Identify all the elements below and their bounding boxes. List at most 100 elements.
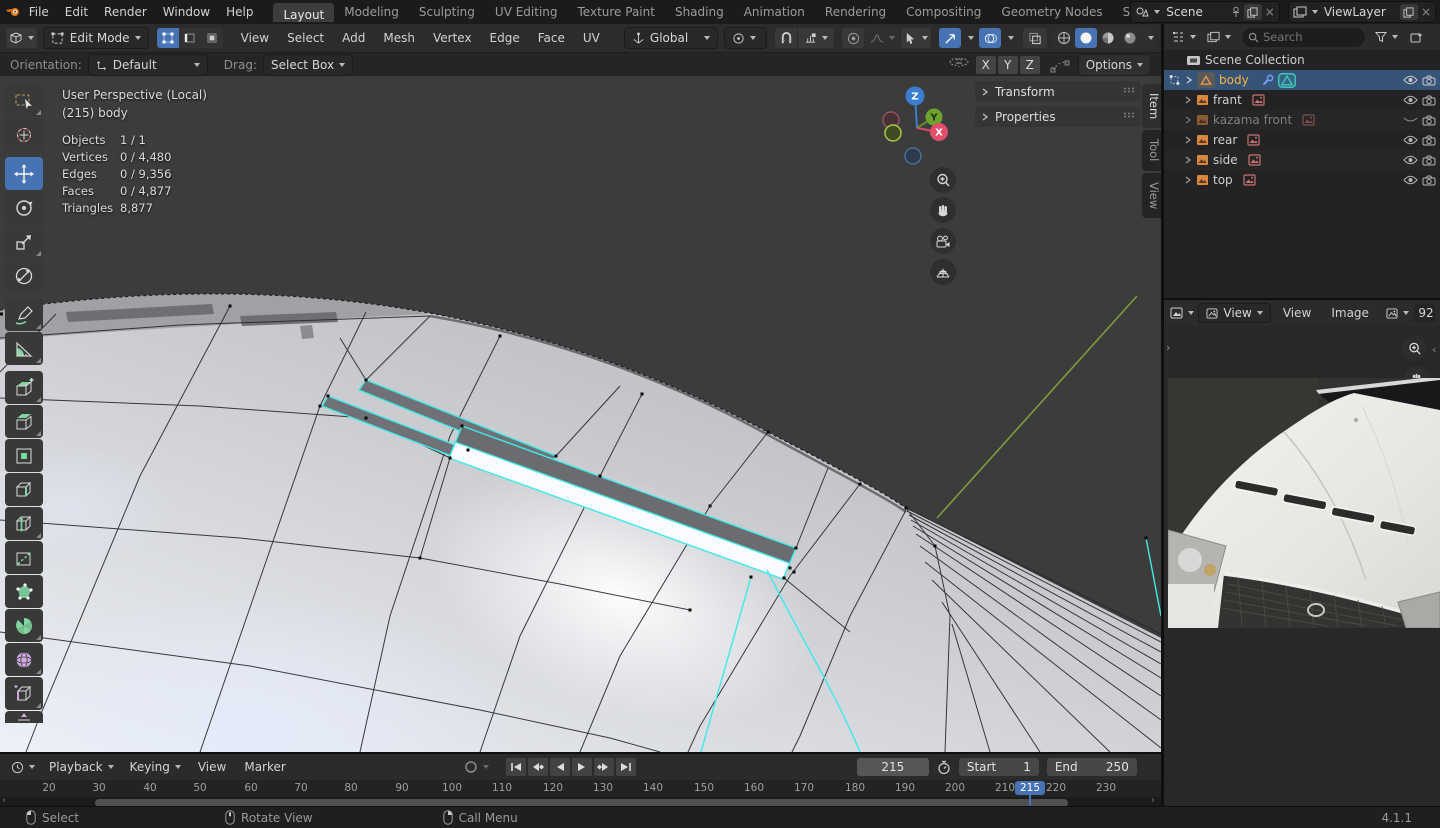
menu-view3d-select[interactable]: Select bbox=[279, 31, 332, 45]
frame-start-field[interactable]: Start 1 bbox=[958, 758, 1039, 776]
shading-rendered-button[interactable] bbox=[1119, 28, 1141, 48]
scroll-arrow-right[interactable]: › bbox=[1151, 795, 1155, 806]
menu-view3d-view[interactable]: View bbox=[233, 31, 277, 45]
expand-chevron-icon[interactable] bbox=[1184, 136, 1192, 144]
menu-view3d-face[interactable]: Face bbox=[530, 31, 573, 45]
prev-keyframe-button[interactable] bbox=[527, 758, 548, 776]
viewport-3d[interactable]: User Perspective (Local) (215) body Obje… bbox=[0, 76, 1161, 752]
mirror-z-button[interactable]: Z bbox=[1019, 55, 1040, 74]
overlays-toggle[interactable] bbox=[979, 28, 1001, 48]
outliner-editor-type-button[interactable] bbox=[1168, 27, 1200, 47]
remove-viewlayer-button[interactable]: × bbox=[1421, 5, 1431, 19]
expand-chevron-icon[interactable] bbox=[1185, 76, 1193, 84]
snap-toggle[interactable] bbox=[775, 28, 797, 48]
edge-select-mode-button[interactable] bbox=[179, 28, 201, 48]
tool-rotate[interactable] bbox=[5, 191, 43, 224]
tab-sculpting[interactable]: Sculpting bbox=[409, 1, 485, 23]
visibility-eye-icon[interactable] bbox=[1403, 175, 1418, 185]
playback-menu[interactable]: Playback bbox=[42, 758, 121, 776]
play-button[interactable] bbox=[571, 758, 592, 776]
visibility-eye-icon[interactable] bbox=[1403, 155, 1418, 165]
face-select-mode-button[interactable] bbox=[200, 28, 223, 48]
region-toggle-arrow[interactable]: › bbox=[1166, 341, 1170, 354]
pivot-point-dropdown[interactable] bbox=[723, 27, 767, 49]
keying-menu[interactable]: Keying bbox=[123, 758, 188, 776]
unlink-scene-button[interactable]: × bbox=[1265, 5, 1275, 19]
expand-chevron-icon[interactable] bbox=[1184, 156, 1192, 164]
blender-logo-icon[interactable] bbox=[6, 4, 21, 20]
menu-help[interactable]: Help bbox=[218, 5, 261, 19]
tool-bevel[interactable] bbox=[5, 473, 43, 506]
menu-edit[interactable]: Edit bbox=[57, 5, 96, 19]
gizmo-neg-z[interactable] bbox=[904, 147, 922, 165]
zoom-tool-button[interactable] bbox=[930, 167, 956, 193]
timeline-ruler[interactable]: 20 30 40 50 60 70 80 90 100 110 120 130 … bbox=[0, 780, 1161, 797]
tab-modeling[interactable]: Modeling bbox=[334, 1, 409, 23]
menu-file[interactable]: File bbox=[21, 5, 57, 19]
new-collection-button[interactable] bbox=[1405, 27, 1427, 47]
visibility-eye-closed-icon[interactable] bbox=[1403, 115, 1418, 125]
mode-dropdown[interactable]: Edit Mode bbox=[42, 27, 150, 49]
render-camera-icon[interactable] bbox=[1422, 95, 1436, 106]
tab-geometry-nodes[interactable]: Geometry Nodes bbox=[991, 1, 1112, 23]
gizmo-toggle[interactable] bbox=[939, 28, 961, 48]
new-scene-button[interactable] bbox=[1243, 4, 1262, 20]
image-data-icon[interactable] bbox=[1247, 134, 1260, 146]
image-name-field[interactable]: 92 bbox=[1414, 304, 1435, 322]
tool-spin[interactable] bbox=[5, 609, 43, 642]
collection-name[interactable]: Scene Collection bbox=[1205, 53, 1305, 67]
outliner-display-mode-dropdown[interactable] bbox=[1203, 27, 1235, 47]
menu-view3d-mesh[interactable]: Mesh bbox=[375, 31, 423, 45]
tool-edge-slide[interactable] bbox=[5, 677, 43, 710]
options-dropdown[interactable]: Options bbox=[1077, 53, 1151, 76]
gizmo-dropdown[interactable] bbox=[961, 28, 975, 48]
proportional-falloff-dropdown[interactable] bbox=[865, 28, 899, 48]
shading-solid-button[interactable] bbox=[1075, 28, 1097, 48]
scene-dropdown-chevron[interactable] bbox=[1154, 10, 1161, 14]
tool-transform[interactable] bbox=[5, 259, 43, 292]
mirror-x-button[interactable]: X bbox=[975, 55, 996, 74]
menu-view3d-uv[interactable]: UV bbox=[575, 31, 608, 45]
viewlayer-icon[interactable] bbox=[1293, 6, 1307, 18]
object-name[interactable]: rear bbox=[1213, 133, 1237, 147]
current-frame-field[interactable]: 215 bbox=[856, 758, 929, 776]
play-reverse-button[interactable] bbox=[549, 758, 570, 776]
auto-keying-toggle[interactable] bbox=[464, 760, 478, 774]
timeline-editor-type-button[interactable] bbox=[6, 757, 40, 777]
pin-icon[interactable] bbox=[1231, 6, 1241, 18]
object-name[interactable]: kazama front bbox=[1213, 113, 1292, 127]
snap-projection-icon[interactable] bbox=[1050, 57, 1070, 73]
image-editor-type-button[interactable] bbox=[1169, 303, 1195, 323]
viewlayer-dropdown-chevron[interactable] bbox=[1311, 10, 1318, 14]
search-input[interactable] bbox=[1259, 28, 1359, 46]
image-data-icon[interactable] bbox=[1252, 94, 1265, 106]
tool-scale[interactable] bbox=[5, 225, 43, 258]
tool-extrude-region[interactable] bbox=[5, 405, 43, 438]
region-toggle-arrow[interactable]: ‹ bbox=[1432, 343, 1436, 356]
outliner-row-side[interactable]: side bbox=[1164, 150, 1440, 170]
image-zoom-button[interactable] bbox=[1402, 336, 1427, 361]
image-datablock-dropdown[interactable] bbox=[1384, 303, 1411, 323]
object-name[interactable]: top bbox=[1213, 173, 1233, 187]
timeline-view-menu[interactable]: View bbox=[190, 760, 234, 774]
editmode-mesh-data-icon[interactable] bbox=[1277, 72, 1296, 88]
tool-inset-faces[interactable] bbox=[5, 439, 43, 472]
tool-knife[interactable] bbox=[5, 541, 43, 574]
modifier-wrench-icon[interactable] bbox=[1261, 74, 1274, 87]
shading-wireframe-button[interactable] bbox=[1053, 28, 1075, 48]
tab-uv-editing[interactable]: UV Editing bbox=[485, 1, 568, 23]
tab-scripting[interactable]: S bbox=[1113, 1, 1131, 23]
menu-image-image[interactable]: Image bbox=[1323, 306, 1377, 320]
perspective-toggle-button[interactable] bbox=[930, 259, 956, 285]
outliner-row-rear[interactable]: rear bbox=[1164, 130, 1440, 150]
snap-with-dropdown[interactable] bbox=[798, 28, 834, 48]
outliner-row-body[interactable]: body bbox=[1164, 70, 1440, 90]
visibility-eye-icon[interactable] bbox=[1403, 95, 1418, 105]
render-camera-icon[interactable] bbox=[1422, 115, 1436, 126]
image-data-icon[interactable] bbox=[1243, 174, 1256, 186]
expand-chevron-icon[interactable] bbox=[1184, 176, 1192, 184]
tool-add-cube[interactable] bbox=[5, 371, 43, 404]
navigation-gizmo[interactable]: Z Y X bbox=[876, 84, 960, 168]
panel-properties[interactable]: Properties bbox=[975, 106, 1141, 127]
image-data-icon[interactable] bbox=[1302, 114, 1315, 126]
